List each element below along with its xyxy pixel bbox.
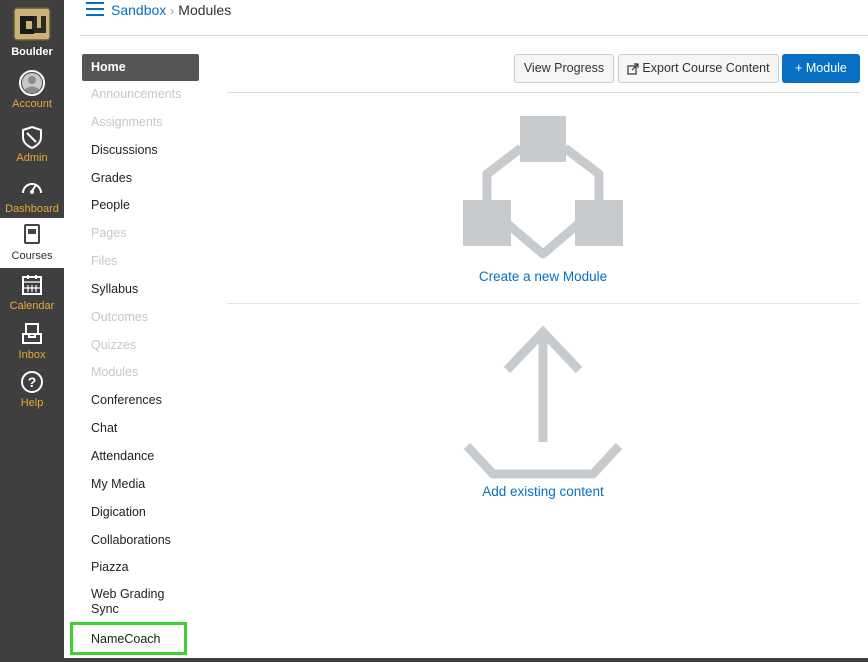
- global-nav-admin-label: Admin: [16, 152, 48, 164]
- global-nav-courses-label: Courses: [11, 250, 53, 262]
- global-nav-inbox-label: Inbox: [18, 349, 46, 361]
- calendar-icon: [22, 275, 42, 295]
- shield-icon: [22, 125, 42, 150]
- help-icon: ?: [21, 371, 43, 393]
- global-nav-courses[interactable]: Courses: [0, 218, 64, 268]
- inbox-icon: [22, 323, 42, 344]
- course-nav-assignments[interactable]: Assignments: [82, 109, 202, 137]
- export-icon: [627, 63, 640, 75]
- global-nav-help[interactable]: ? Help: [0, 365, 64, 415]
- course-nav-outcomes[interactable]: Outcomes: [82, 304, 202, 332]
- add-module-label: + Module: [795, 61, 847, 75]
- global-nav-dashboard[interactable]: Dashboard: [0, 171, 64, 221]
- course-nav-collaborations[interactable]: Collaborations: [82, 527, 202, 555]
- cu-logo-icon: [13, 7, 51, 41]
- course-nav-attendance[interactable]: Attendance: [82, 443, 202, 471]
- export-course-content-label: Export Course Content: [642, 61, 770, 75]
- export-course-content-button[interactable]: Export Course Content: [618, 54, 779, 83]
- book-icon: [24, 224, 40, 244]
- course-nav-home[interactable]: Home: [82, 54, 199, 81]
- course-nav-people[interactable]: People: [82, 192, 202, 220]
- global-nav-account[interactable]: Account: [0, 66, 64, 116]
- global-navigation: Boulder Account Admin Dashboard Courses …: [0, 0, 64, 662]
- logo-label: Boulder: [11, 46, 53, 58]
- hamburger-icon-bar: [86, 2, 104, 4]
- speedometer-icon: [22, 183, 42, 194]
- course-nav-digication[interactable]: Digication: [82, 499, 202, 527]
- course-nav-namecoach[interactable]: NameCoach: [70, 622, 187, 655]
- course-nav-my-media[interactable]: My Media: [82, 471, 202, 499]
- section-divider: [227, 303, 860, 304]
- breadcrumb-current: Modules: [178, 2, 232, 18]
- course-navigation: Home Announcements Assignments Discussio…: [70, 54, 202, 655]
- upload-arrow-icon: [463, 325, 623, 479]
- course-nav-files[interactable]: Files: [82, 248, 202, 276]
- course-nav-chat[interactable]: Chat: [82, 415, 202, 443]
- account-icon: [19, 70, 45, 96]
- toolbar-divider: [227, 92, 860, 93]
- svg-text:?: ?: [28, 374, 37, 390]
- global-nav-account-label: Account: [12, 98, 52, 110]
- global-nav-calendar[interactable]: Calendar: [0, 268, 64, 318]
- course-nav-syllabus[interactable]: Syllabus: [82, 276, 202, 304]
- course-nav-announcements[interactable]: Announcements: [82, 81, 202, 109]
- breadcrumb-separator: ›: [170, 4, 175, 18]
- view-progress-label: View Progress: [523, 61, 605, 75]
- global-nav-admin[interactable]: Admin: [0, 120, 64, 170]
- breadcrumb-course-link[interactable]: Sandbox: [111, 2, 166, 18]
- course-nav-pages[interactable]: Pages: [82, 220, 202, 248]
- hamburger-icon-bar: [86, 14, 104, 16]
- course-menu-toggle[interactable]: [86, 2, 104, 16]
- add-module-button[interactable]: + Module: [782, 54, 860, 83]
- bottom-edge: [64, 658, 868, 662]
- global-nav-calendar-label: Calendar: [9, 300, 55, 312]
- module-tree-icon: [463, 116, 623, 259]
- course-nav-modules[interactable]: Modules: [82, 359, 202, 387]
- course-nav-piazza[interactable]: Piazza: [82, 554, 202, 582]
- header-divider: [80, 35, 868, 36]
- canvas-app: Boulder Account Admin Dashboard Courses …: [0, 0, 868, 662]
- create-module-link[interactable]: Create a new Module: [463, 269, 623, 284]
- global-nav-inbox[interactable]: Inbox: [0, 317, 64, 367]
- course-nav-quizzes[interactable]: Quizzes: [82, 332, 202, 360]
- institution-logo[interactable]: Boulder: [0, 0, 64, 64]
- course-nav-web-grading-sync[interactable]: Web Grading Sync: [82, 582, 182, 622]
- hamburger-icon-bar: [86, 8, 104, 10]
- add-existing-content-link[interactable]: Add existing content: [463, 484, 623, 499]
- global-nav-help-label: Help: [20, 397, 44, 409]
- global-nav-dashboard-label: Dashboard: [5, 203, 59, 215]
- course-nav-conferences[interactable]: Conferences: [82, 387, 202, 415]
- breadcrumb: Sandbox › Modules: [111, 2, 231, 18]
- view-progress-button[interactable]: View Progress: [514, 54, 614, 83]
- course-nav-discussions[interactable]: Discussions: [82, 137, 202, 165]
- course-nav-grades[interactable]: Grades: [82, 165, 202, 193]
